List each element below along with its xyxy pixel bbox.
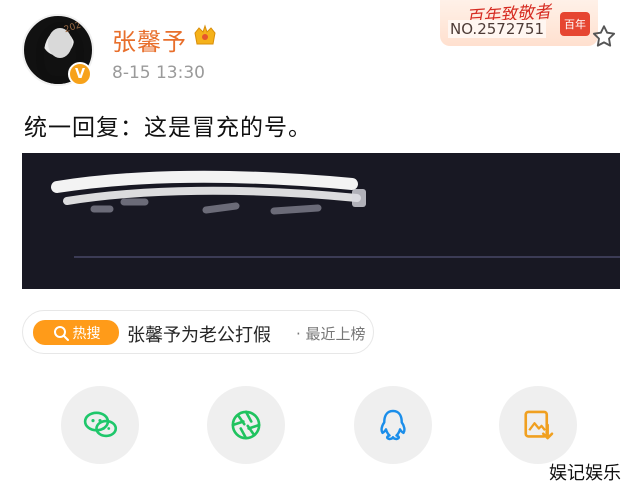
share-moments-button[interactable] — [207, 386, 285, 464]
fan-badge-number: NO.2572751 — [448, 20, 546, 38]
search-icon — [53, 325, 69, 341]
post-text: 统一回复：这是冒充的号。 — [24, 115, 312, 141]
fan-badge[interactable]: 百年致敬者 NO.2572751 百年 — [440, 0, 598, 46]
fan-badge-stamp: 百年 — [560, 12, 590, 36]
hot-search-topic: 张馨予为老公打假 — [127, 325, 271, 346]
image-download-icon — [524, 410, 554, 440]
hot-search-label: 热搜 — [72, 325, 101, 342]
embedded-screenshot[interactable] — [22, 153, 620, 289]
save-image-button[interactable] — [499, 386, 577, 464]
post-time: 8-15 13:30 — [112, 63, 205, 83]
wechat-icon — [83, 411, 118, 438]
hot-search-badge: 热搜 — [33, 320, 119, 345]
verified-badge: V — [68, 62, 92, 86]
hot-search-status: · 最近上榜 — [296, 325, 366, 343]
qq-icon — [380, 409, 406, 441]
crown-icon — [194, 24, 216, 45]
username[interactable]: 张馨予 — [112, 22, 187, 57]
share-wechat-button[interactable] — [61, 386, 139, 464]
star-icon[interactable] — [590, 23, 618, 51]
moments-icon — [231, 410, 261, 440]
hot-search-tag[interactable]: 热搜 张馨予为老公打假 · 最近上榜 — [22, 310, 374, 354]
share-qq-button[interactable] — [354, 386, 432, 464]
watermark: 娱记娱乐 — [549, 463, 621, 484]
screenshot-divider — [74, 256, 620, 258]
redacted-screenshot-content — [51, 170, 366, 215]
